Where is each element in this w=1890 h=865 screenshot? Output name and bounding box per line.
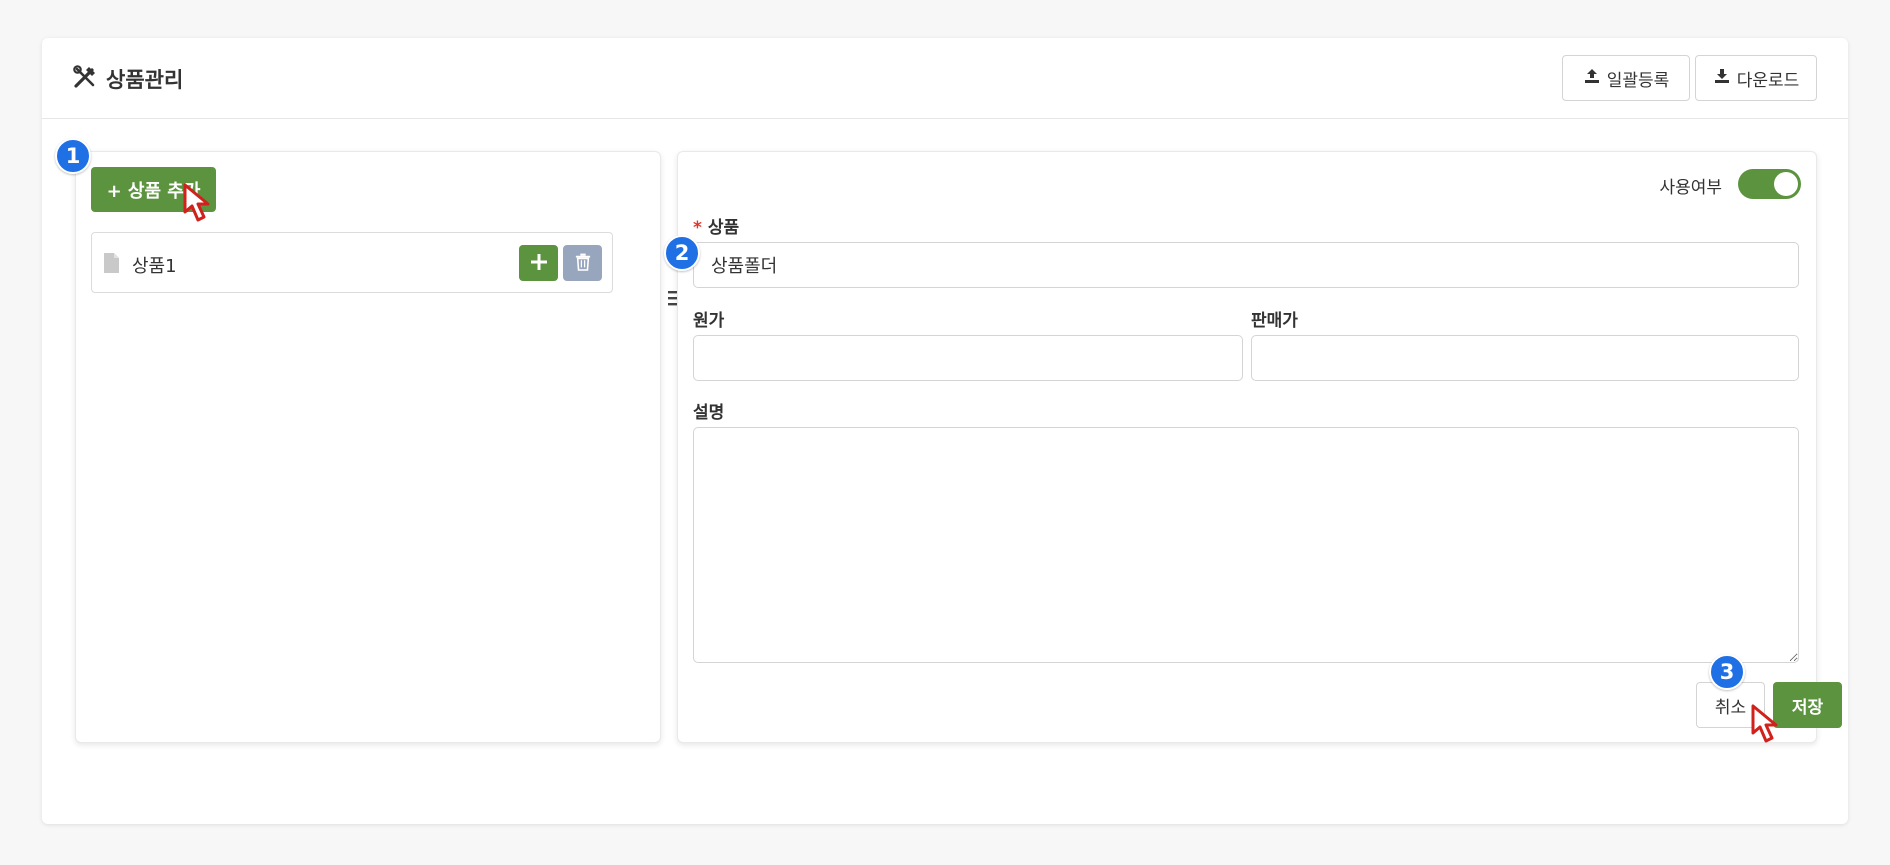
trash-icon xyxy=(575,253,591,274)
delete-item-button[interactable] xyxy=(563,245,602,281)
step-badge-2: 2 xyxy=(664,235,700,271)
product-form-panel: 사용여부 *상품 원가 판매가 설명 취소 저장 xyxy=(677,151,1842,743)
cost-input[interactable] xyxy=(693,335,1243,381)
price-label: 판매가 xyxy=(1251,311,1298,331)
bulk-register-label: 일괄등록 xyxy=(1606,70,1670,91)
pointer-cursor-icon xyxy=(1750,703,1784,747)
tree-item-label: 상품1 xyxy=(132,256,177,277)
download-button[interactable]: 다운로드 xyxy=(1695,55,1817,101)
bulk-register-button[interactable]: 일괄등록 xyxy=(1562,55,1690,101)
product-management-card: 상품관리 일괄등록 다운로드 + 상품 추가 상품1 사용여부 * 상품 상품폴… xyxy=(42,38,1848,824)
product-name-input[interactable] xyxy=(693,242,1799,288)
card-header: 상품관리 일괄등록 다운로드 xyxy=(42,38,1848,119)
toggle-knob xyxy=(1774,172,1798,196)
cost-label: 원가 xyxy=(693,311,725,331)
tree-item[interactable]: 상품1 xyxy=(91,232,613,293)
pointer-cursor-icon xyxy=(182,182,216,226)
step-badge-1: 1 xyxy=(55,138,91,174)
description-textarea[interactable] xyxy=(693,427,1799,663)
step-badge-3: 3 xyxy=(1709,654,1745,690)
upload-icon xyxy=(1583,67,1601,90)
add-child-button[interactable] xyxy=(519,245,558,281)
download-icon xyxy=(1713,67,1731,90)
product-tree-panel: + 상품 추가 상품1 xyxy=(75,151,661,743)
page-title: 상품관리 xyxy=(106,68,184,92)
product-field-label: * 상품 xyxy=(693,213,739,238)
plus-icon xyxy=(530,253,548,274)
use-status-toggle[interactable] xyxy=(1738,169,1801,199)
use-status-label: 사용여부 xyxy=(1659,178,1722,198)
required-mark: * xyxy=(693,218,702,238)
file-icon xyxy=(104,253,119,273)
description-label: 설명 xyxy=(693,403,725,423)
price-input[interactable] xyxy=(1251,335,1799,381)
download-label: 다운로드 xyxy=(1736,70,1800,91)
product-label-text: 상품 xyxy=(707,218,740,238)
tools-icon xyxy=(72,64,98,94)
page-title-wrap: 상품관리 xyxy=(72,64,183,94)
